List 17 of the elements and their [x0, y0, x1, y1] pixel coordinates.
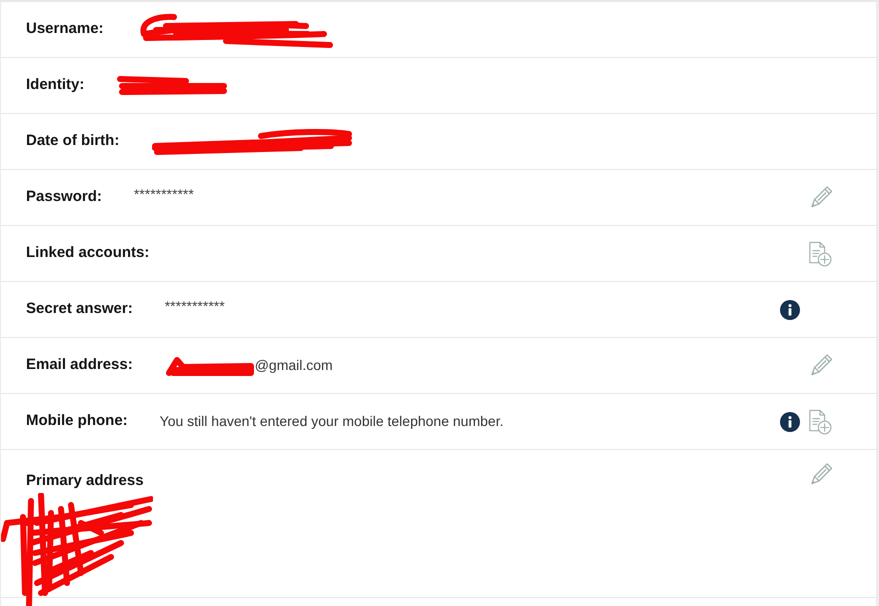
field-label: Password:: [26, 187, 102, 208]
masked-value: ***********: [164, 297, 225, 316]
field-label: Email address:: [26, 355, 133, 376]
info-icon[interactable]: [780, 300, 800, 320]
field-label: Primary address: [26, 471, 145, 491]
field-label: Identity:: [26, 75, 84, 96]
document-plus-icon[interactable]: [808, 408, 832, 435]
document-plus-icon[interactable]: [808, 240, 832, 267]
field-label: Username:: [26, 19, 104, 40]
field-value: You still haven't entered your mobile telephone number.: [160, 412, 504, 431]
info-icon[interactable]: [780, 412, 800, 432]
field-label: Linked accounts:: [26, 243, 150, 264]
field-label: Mobile phone:: [26, 411, 128, 432]
field-label: Secret answer:: [26, 299, 133, 320]
masked-value: ***********: [134, 185, 194, 204]
field-value: @gmail.com: [254, 356, 333, 375]
field-label: Date of birth:: [26, 131, 120, 152]
